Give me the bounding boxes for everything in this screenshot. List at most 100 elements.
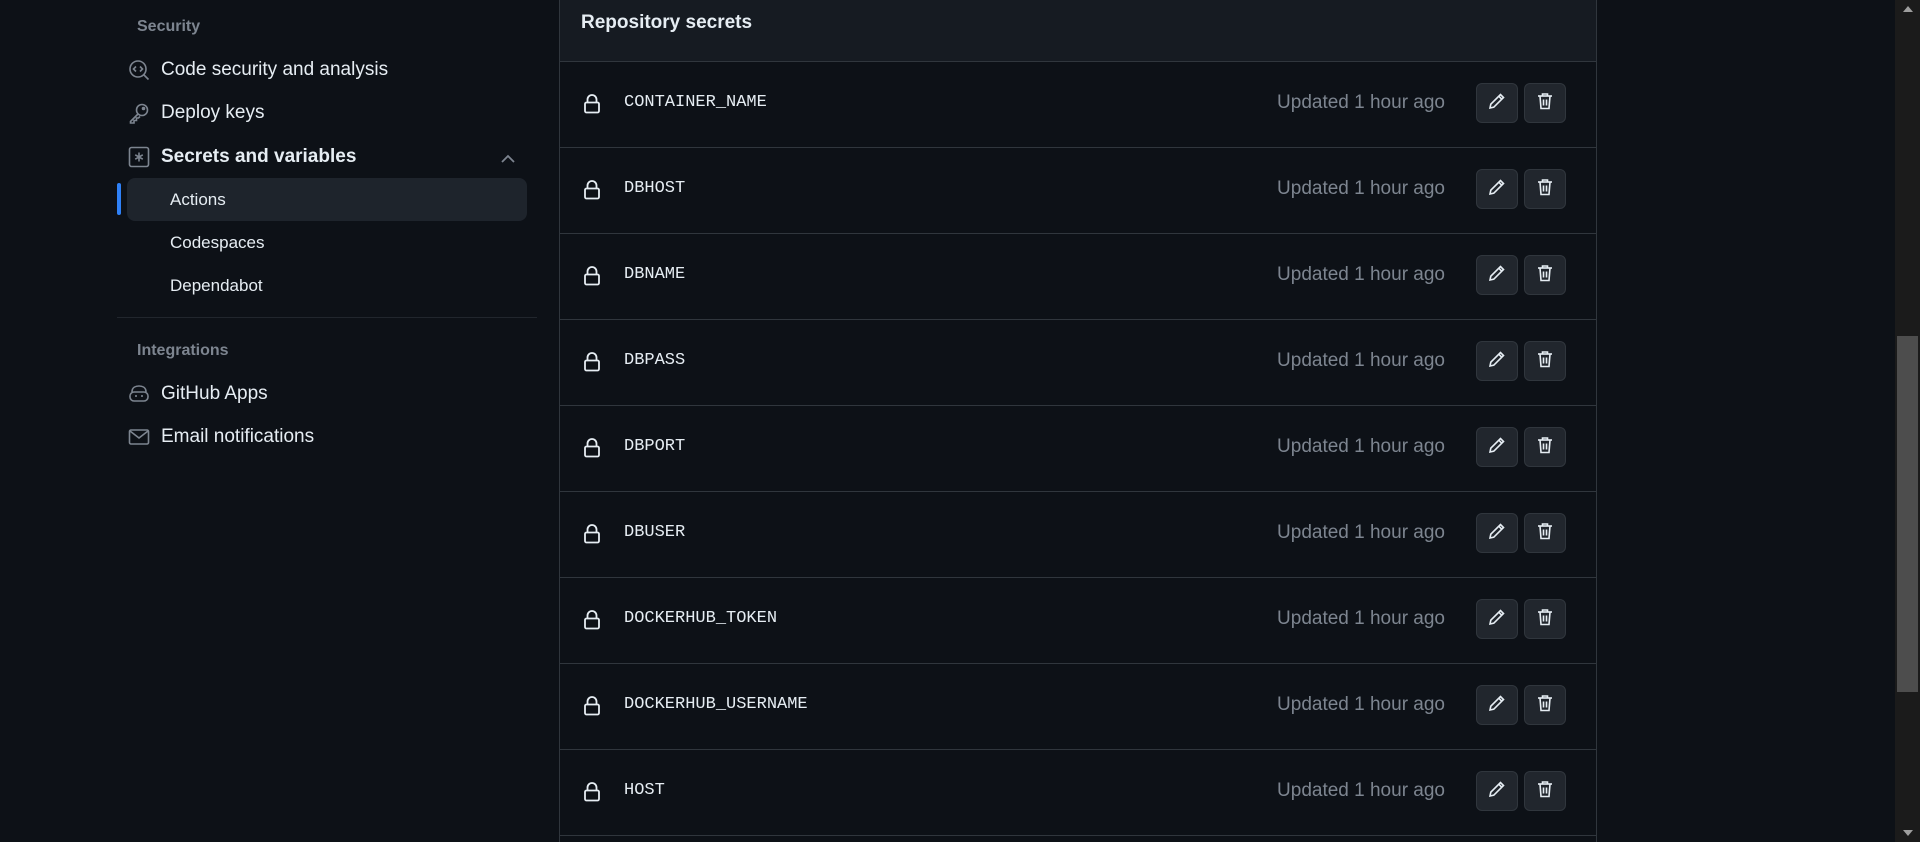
- secret-name: DBPORT: [624, 437, 686, 456]
- secret-updated: Updated 1 hour ago: [1277, 264, 1445, 285]
- sidebar-item-email-notifications[interactable]: Email notifications: [127, 417, 314, 457]
- edit-secret-button[interactable]: [1476, 685, 1518, 725]
- sidebar-subitem-label: Actions: [170, 189, 226, 209]
- delete-secret-button[interactable]: [1524, 685, 1566, 725]
- secret-updated: Updated 1 hour ago: [1277, 522, 1445, 543]
- integrations-heading: Integrations: [137, 342, 229, 359]
- sidebar-item-label: GitHub Apps: [161, 383, 268, 404]
- lock-icon: [581, 523, 603, 545]
- edit-secret-button[interactable]: [1476, 771, 1518, 811]
- sidebar-item-github-apps[interactable]: GitHub Apps: [127, 374, 268, 414]
- trash-icon: [1535, 435, 1555, 460]
- sidebar-item-deploy-keys[interactable]: Deploy keys: [127, 93, 265, 133]
- delete-secret-button[interactable]: [1524, 169, 1566, 209]
- trash-icon: [1535, 693, 1555, 718]
- secret-name: DBPASS: [624, 351, 686, 370]
- trash-icon: [1535, 521, 1555, 546]
- delete-secret-button[interactable]: [1524, 599, 1566, 639]
- sidebar-divider: [117, 317, 537, 318]
- secret-updated: Updated 1 hour ago: [1277, 608, 1445, 629]
- pencil-icon: [1487, 263, 1507, 288]
- pencil-icon: [1487, 779, 1507, 804]
- secret-row: DOCKERHUB_TOKEN Updated 1 hour ago: [560, 578, 1596, 664]
- pencil-icon: [1487, 607, 1507, 632]
- panel-header: Repository secrets: [560, 0, 1596, 62]
- secret-row: DOCKERHUB_USERNAME Updated 1 hour ago: [560, 664, 1596, 750]
- delete-secret-button[interactable]: [1524, 427, 1566, 467]
- lock-icon: [581, 609, 603, 631]
- secret-row: DBUSER Updated 1 hour ago: [560, 492, 1596, 578]
- scrollbar-thumb[interactable]: [1897, 336, 1918, 692]
- secret-updated: Updated 1 hour ago: [1277, 694, 1445, 715]
- secret-row: CONTAINER_NAME Updated 1 hour ago: [560, 62, 1596, 148]
- secret-row: DBPORT Updated 1 hour ago: [560, 406, 1596, 492]
- secret-name: DBNAME: [624, 265, 686, 284]
- pencil-icon: [1487, 91, 1507, 116]
- delete-secret-button[interactable]: [1524, 771, 1566, 811]
- secret-name: DOCKERHUB_TOKEN: [624, 609, 778, 628]
- lock-icon: [581, 351, 603, 373]
- sidebar-subitem-label: Codespaces: [170, 232, 265, 252]
- edit-secret-button[interactable]: [1476, 427, 1518, 467]
- copilot-icon: [127, 382, 151, 406]
- scroll-up-arrow-icon[interactable]: [1903, 6, 1913, 12]
- edit-secret-button[interactable]: [1476, 599, 1518, 639]
- trash-icon: [1535, 177, 1555, 202]
- edit-secret-button[interactable]: [1476, 255, 1518, 295]
- secret-name: DOCKERHUB_USERNAME: [624, 695, 808, 714]
- trash-icon: [1535, 349, 1555, 374]
- sidebar-subitem-codespaces[interactable]: Codespaces: [127, 221, 527, 264]
- secret-updated: Updated 1 hour ago: [1277, 178, 1445, 199]
- mail-icon: [127, 425, 151, 449]
- sidebar-subitem-actions[interactable]: Actions: [127, 178, 527, 221]
- secret-updated: Updated 1 hour ago: [1277, 92, 1445, 113]
- secret-name: DBHOST: [624, 179, 686, 198]
- secret-name: HOST: [624, 781, 665, 800]
- edit-secret-button[interactable]: [1476, 341, 1518, 381]
- lock-icon: [581, 265, 603, 287]
- page: Security Code security and analysis Depl…: [0, 0, 1920, 842]
- secret-row: HOST Updated 1 hour ago: [560, 750, 1596, 836]
- secrets-list: CONTAINER_NAME Updated 1 hour ago DBHOST…: [560, 62, 1596, 836]
- sidebar-item-secrets-and-variables[interactable]: Secrets and variables: [127, 137, 356, 177]
- sidebar-item-label: Email notifications: [161, 426, 315, 447]
- lock-icon: [581, 437, 603, 459]
- security-heading: Security: [137, 18, 201, 35]
- delete-secret-button[interactable]: [1524, 255, 1566, 295]
- pencil-icon: [1487, 177, 1507, 202]
- edit-secret-button[interactable]: [1476, 83, 1518, 123]
- sidebar-item-label: Deploy keys: [161, 102, 265, 123]
- lock-icon: [581, 179, 603, 201]
- trash-icon: [1535, 91, 1555, 116]
- secret-updated: Updated 1 hour ago: [1277, 350, 1445, 371]
- sidebar-item-label: Code security and analysis: [161, 59, 389, 80]
- delete-secret-button[interactable]: [1524, 513, 1566, 553]
- secret-name: DBUSER: [624, 523, 686, 542]
- pencil-icon: [1487, 435, 1507, 460]
- scroll-down-arrow-icon[interactable]: [1903, 830, 1913, 836]
- sidebar-subitem-label: Dependabot: [170, 275, 263, 295]
- secret-row: DBNAME Updated 1 hour ago: [560, 234, 1596, 320]
- trash-icon: [1535, 263, 1555, 288]
- repository-secrets-panel: Repository secrets CONTAINER_NAME Update…: [559, 0, 1597, 842]
- edit-secret-button[interactable]: [1476, 169, 1518, 209]
- pencil-icon: [1487, 521, 1507, 546]
- key-icon: [127, 101, 151, 125]
- secret-row: DBHOST Updated 1 hour ago: [560, 148, 1596, 234]
- codescan-icon: [127, 58, 151, 82]
- trash-icon: [1535, 779, 1555, 804]
- lock-icon: [581, 695, 603, 717]
- pencil-icon: [1487, 693, 1507, 718]
- delete-secret-button[interactable]: [1524, 341, 1566, 381]
- sidebar-subitem-dependabot[interactable]: Dependabot: [127, 264, 527, 307]
- trash-icon: [1535, 607, 1555, 632]
- sidebar-item-label: Secrets and variables: [161, 146, 357, 167]
- sidebar-item-code-security[interactable]: Code security and analysis: [127, 50, 388, 90]
- lock-icon: [581, 781, 603, 803]
- delete-secret-button[interactable]: [1524, 83, 1566, 123]
- panel-title: Repository secrets: [581, 12, 753, 33]
- edit-secret-button[interactable]: [1476, 513, 1518, 553]
- page-scrollbar[interactable]: [1895, 0, 1920, 842]
- asterisk-box-icon: [127, 145, 151, 169]
- chevron-up-icon[interactable]: [497, 148, 519, 170]
